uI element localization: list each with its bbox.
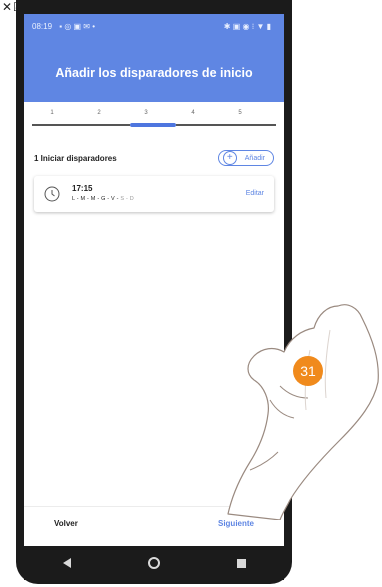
notification-icons: ▪ ◎ ▣ ✉ • (59, 21, 96, 31)
step-number-badge: 31 (293, 356, 323, 386)
step-3: 3 (144, 110, 148, 116)
step-line-right (176, 124, 276, 126)
trigger-card: 17:15 L - M - M - G - V - S - D Editar (34, 176, 274, 212)
header: 08:19 ▪ ◎ ▣ ✉ • ✱ ▣ ◉ ⁝ ▼ ▮ Añadir los d… (24, 14, 284, 102)
step-5: 5 (238, 110, 242, 116)
android-nav-bar (24, 546, 284, 580)
trigger-time: 17:15 (72, 184, 93, 193)
add-label: Añadir (244, 154, 265, 162)
step-2: 2 (97, 110, 101, 116)
step-line-left (32, 124, 130, 126)
triggers-section-title: 1 Iniciar disparadores (34, 153, 117, 163)
add-trigger-button[interactable]: + Añadir (217, 150, 274, 166)
status-time: 08:19 (32, 21, 53, 31)
days-active: L - M - M - G - V - (72, 196, 119, 202)
step-1: 1 (50, 110, 54, 116)
edit-trigger-button[interactable]: Editar (246, 190, 264, 197)
nav-recent-icon[interactable] (236, 558, 246, 568)
back-button[interactable]: Volver (54, 519, 78, 528)
pointing-hand-icon (227, 304, 379, 520)
plus-icon: + (222, 151, 237, 165)
status-bar: 08:19 ▪ ◎ ▣ ✉ • ✱ ▣ ◉ ⁝ ▼ ▮ (32, 20, 276, 32)
trigger-days: L - M - M - G - V - S - D (72, 196, 134, 202)
step-4: 4 (191, 110, 195, 116)
nav-home-icon[interactable] (147, 557, 160, 569)
nav-back-icon[interactable] (62, 558, 71, 568)
page-title: Añadir los disparadores de inicio (55, 66, 253, 80)
step-active-indicator (130, 123, 176, 127)
system-icons: ✱ ▣ ◉ ⁝ ▼ ▮ (223, 21, 271, 31)
stepper: 1 2 3 4 5 (32, 110, 276, 134)
days-inactive: S - D (118, 196, 134, 202)
clock-icon (44, 186, 60, 202)
triggers-section-header: 1 Iniciar disparadores + Añadir (34, 148, 274, 168)
next-button[interactable]: Siguiente (218, 519, 254, 528)
